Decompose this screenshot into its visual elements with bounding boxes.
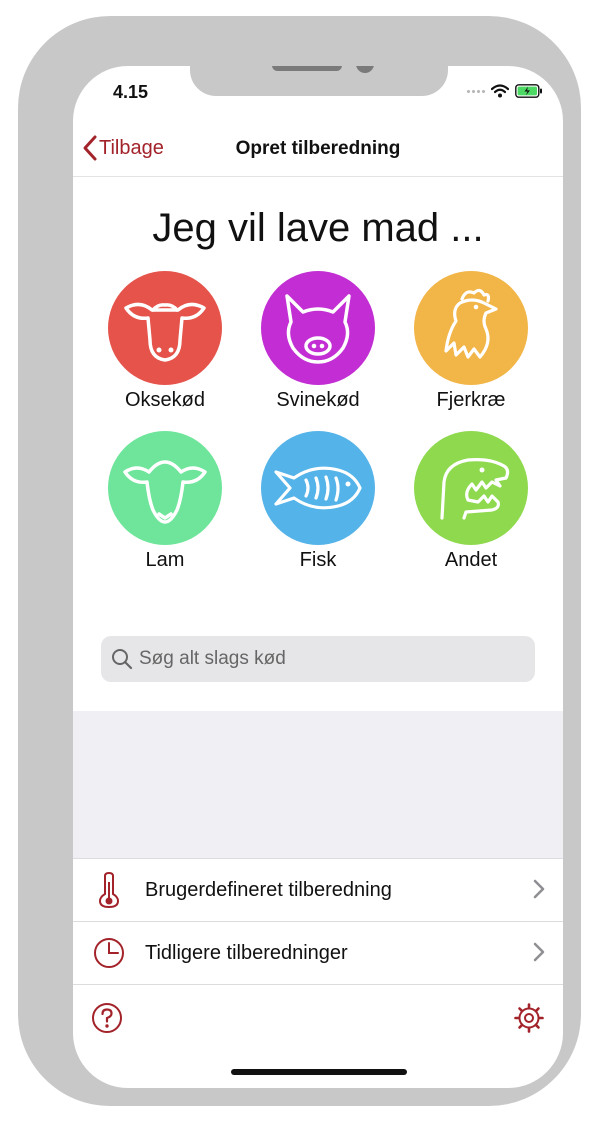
thermometer-icon	[73, 872, 145, 908]
help-icon	[92, 1003, 122, 1033]
bottom-toolbar	[73, 996, 563, 1036]
category-label: Fisk	[299, 549, 337, 571]
phone-screen: 4.15 Tilbage Opret tilberedning Jeg vil …	[73, 66, 563, 1088]
chicken-icon	[444, 288, 498, 359]
status-icons	[467, 84, 543, 98]
category-pork[interactable]: Svinekød	[248, 271, 388, 412]
category-label: Andet	[444, 549, 498, 571]
gear-icon	[514, 1003, 544, 1033]
category-beef[interactable]: Oksekød	[95, 271, 235, 412]
navigation-bar: Tilbage Opret tilberedning	[73, 122, 563, 177]
list-item-custom-cooking[interactable]: Brugerdefineret tilberedning	[73, 858, 563, 921]
chevron-right-icon	[533, 879, 545, 899]
main-heading: Jeg vil lave mad ...	[152, 206, 484, 250]
status-time: 4.15	[113, 82, 149, 102]
category-other[interactable]: Andet	[401, 431, 541, 572]
page-title: Opret tilberedning	[235, 138, 401, 159]
help-button[interactable]	[91, 1002, 123, 1039]
pig-icon	[285, 294, 351, 364]
category-label: Svinekød	[276, 389, 360, 411]
home-indicator[interactable]	[231, 1069, 407, 1075]
category-label: Fjerkræ	[436, 389, 506, 411]
category-circle	[414, 271, 528, 385]
spacer-area	[73, 711, 563, 858]
category-circle	[414, 431, 528, 545]
search-icon	[111, 648, 133, 670]
category-circle	[108, 271, 222, 385]
speaker	[272, 66, 342, 71]
settings-button[interactable]	[513, 1002, 545, 1039]
clock-icon	[73, 937, 145, 969]
category-circle	[108, 431, 222, 545]
notch	[190, 66, 448, 96]
category-circle	[261, 271, 375, 385]
wifi-icon	[491, 84, 509, 98]
sheep-icon	[123, 460, 207, 524]
category-poultry[interactable]: Fjerkræ	[401, 271, 541, 412]
search-field[interactable]: Søg alt slags kød	[101, 636, 535, 682]
chevron-right-icon	[533, 942, 545, 962]
phone-frame: 4.15 Tilbage Opret tilberedning Jeg vil …	[18, 16, 581, 1106]
category-label: Oksekød	[124, 389, 206, 411]
list-item-label: Tidligere tilberedninger	[145, 941, 348, 964]
list-item-label: Brugerdefineret tilberedning	[145, 878, 392, 901]
search-placeholder: Søg alt slags kød	[139, 648, 286, 669]
list-item-previous-cooking[interactable]: Tidligere tilberedninger	[73, 921, 563, 985]
category-lamb[interactable]: Lam	[95, 431, 235, 572]
category-fish[interactable]: Fisk	[248, 431, 388, 572]
fish-icon	[274, 466, 362, 510]
cow-icon	[124, 302, 206, 362]
signal-icon	[467, 89, 485, 93]
camera	[356, 66, 374, 73]
category-label: Lam	[145, 549, 185, 571]
battery-icon	[515, 84, 542, 98]
options-list: Brugerdefineret tilberedning Tidligere t…	[73, 858, 563, 985]
category-circle	[261, 431, 375, 545]
dinosaur-icon	[440, 458, 510, 520]
